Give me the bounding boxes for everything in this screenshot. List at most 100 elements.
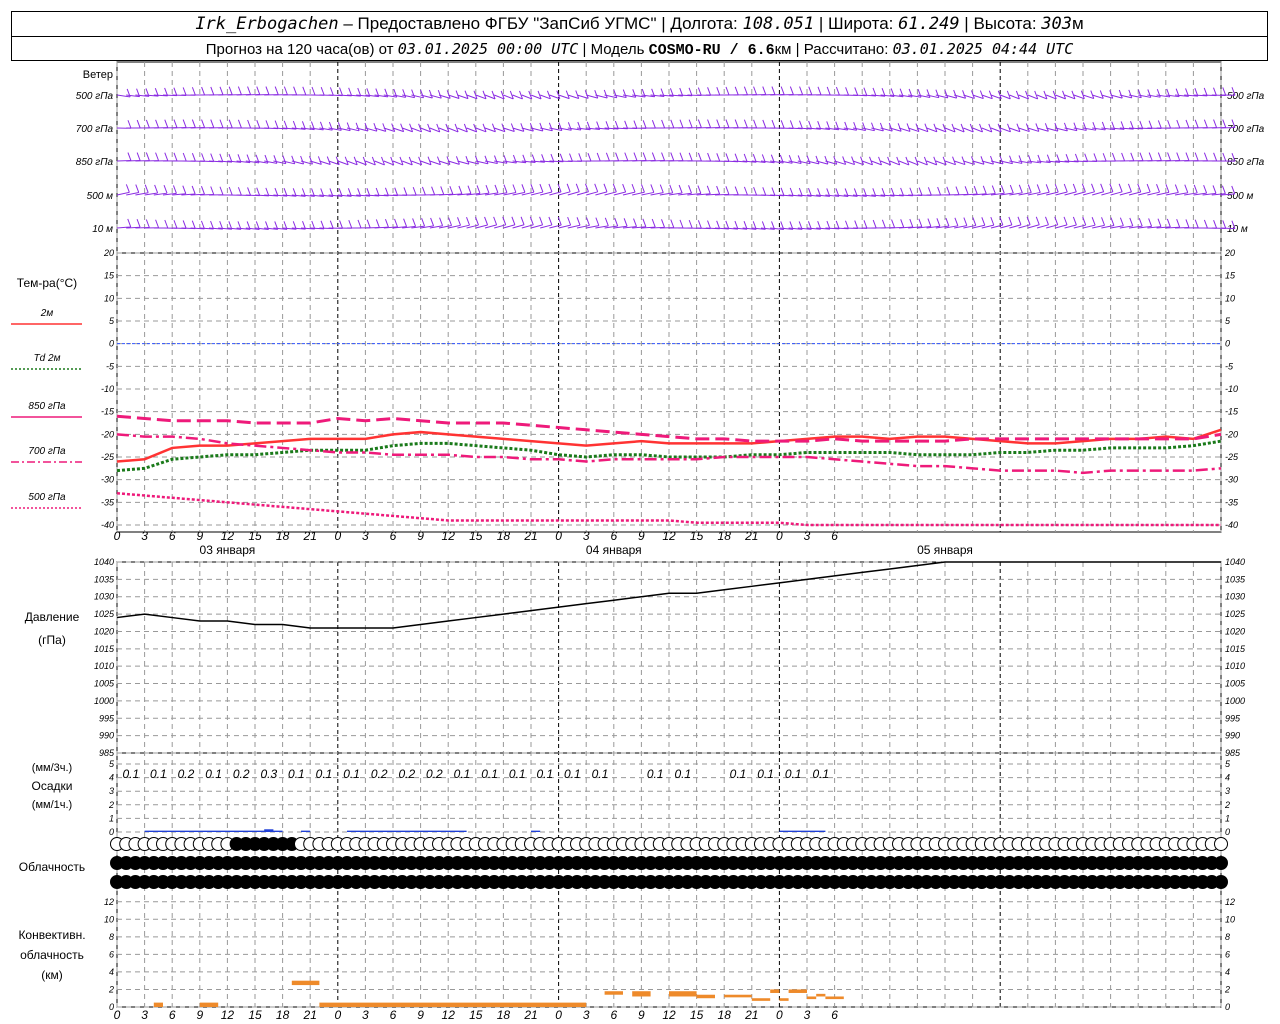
wind-barb-flag (375, 219, 380, 228)
conv-tick-label-right: 10 (1225, 914, 1235, 924)
wind-barb-flag (1167, 120, 1172, 129)
wind-barb-flag (771, 187, 776, 196)
precip-value-label: 0.2 (233, 767, 250, 781)
wind-barb-flag (256, 120, 261, 129)
bottom-time-tick-label: 12 (662, 1008, 676, 1022)
wind-barb-flag (430, 217, 435, 227)
precip-title: Осадки (32, 779, 73, 793)
pres-tick-label-left: 985 (99, 748, 115, 758)
wind-barb-flag (135, 184, 140, 193)
wind-barb-flag (1147, 89, 1152, 98)
temp-tick-label-right: 0 (1225, 339, 1230, 349)
wind-barb-flag (659, 184, 664, 193)
wind-barb-flag (173, 220, 178, 229)
wind-barb-flag (458, 185, 463, 195)
wind-barb-flag (1073, 122, 1078, 131)
wind-barb-flag (780, 187, 785, 196)
wind-barb-flag (1193, 184, 1198, 194)
bottom-time-tick-label: 0 (334, 1008, 341, 1022)
wind-barb-flag (172, 185, 177, 194)
wind-barb-flag (743, 86, 748, 95)
wind-barb-flag (125, 184, 130, 193)
wind-barb-flag (366, 219, 371, 228)
temp-legend-label: 500 гПа (28, 492, 66, 503)
wind-barb-flag (871, 122, 875, 131)
conv-cloud-bar (291, 980, 320, 986)
temp-tick-label-right: -30 (1225, 475, 1238, 485)
wind-barb-flag (1146, 183, 1151, 193)
temp-tick-label-right: -10 (1225, 384, 1238, 394)
wind-level-label-left: 500 м (87, 191, 113, 202)
wind-barb-flag (1212, 185, 1217, 194)
wind-barb-flag (136, 119, 141, 129)
temp-tick-label-right: 5 (1225, 316, 1231, 326)
wind-barb-flag (494, 155, 498, 164)
wind-barb-flag (503, 184, 508, 193)
wind-barb-flag (449, 185, 454, 195)
precip-value-label: 0.1 (509, 767, 526, 781)
wind-barb-flag (891, 219, 896, 228)
conv-tick-label-right: 8 (1225, 932, 1230, 942)
precip-value-label: 0.2 (178, 767, 195, 781)
wind-level-label-right: 500 м (1227, 191, 1253, 202)
time-tick-label: 0 (334, 529, 341, 543)
precip-tick-label-right: 1 (1225, 813, 1230, 823)
wind-barb-flag (799, 86, 804, 95)
wind-barb-flag (173, 87, 178, 96)
bottom-time-tick-label: 6 (390, 1008, 397, 1022)
wind-barb-flag (237, 119, 242, 129)
wind-barb-flag (127, 152, 132, 161)
wind-barb-flag (990, 155, 994, 165)
time-tick-label: 21 (523, 529, 537, 543)
wind-barb-flag (164, 152, 169, 161)
precip-value-label: 0.1 (785, 767, 802, 781)
conv-title-2: облачность (20, 948, 84, 962)
wind-barb-flag (651, 152, 656, 161)
wind-barb-flag (835, 86, 840, 96)
pres-tick-label-left: 1030 (94, 592, 114, 602)
wind-barb-flag (661, 152, 666, 161)
temp-tick-label-left: 0 (109, 339, 114, 349)
precip-bar (779, 830, 826, 832)
wind-barb-flag (191, 87, 196, 96)
precip-unit-top: (мм/3ч.) (32, 762, 72, 774)
wind-barb-flag (428, 89, 433, 99)
wind-barb-flag (697, 119, 702, 128)
wind-barb-flag (1127, 183, 1132, 193)
wind-barb-flag (1100, 183, 1105, 192)
wind-barb-flag (1036, 184, 1041, 193)
wind-barb-flag (1203, 219, 1208, 229)
wind-barb-flag (576, 217, 581, 226)
wind-barb-flag (201, 86, 206, 96)
wind-barb-flag (1137, 89, 1142, 98)
wind-barb-flag (716, 119, 721, 128)
temp-series-line (116, 414, 1222, 443)
wind-barb-flag (247, 86, 252, 95)
conv-tick-label-right: 2 (1224, 984, 1230, 994)
temp-legend-label: 700 гПа (28, 446, 66, 457)
wind-barb-flag (753, 119, 758, 128)
temp-title: Тем-ра(°C) (17, 276, 77, 290)
wind-barb-flag (569, 153, 573, 162)
wind-barb-flag (972, 217, 977, 226)
wind-barb-flag (1148, 120, 1153, 129)
wind-barb-flag (191, 220, 196, 229)
wind-barb-flag (163, 185, 168, 194)
wind-barb-flag (1119, 217, 1124, 226)
pres-tick-label-left: 990 (99, 731, 114, 741)
wind-barb-flag (991, 185, 996, 194)
wind-barb-flag (348, 87, 353, 97)
bottom-time-tick-label: 0 (776, 1008, 783, 1022)
wind-barb-flag (826, 86, 831, 96)
wind-barb-flag (484, 216, 489, 226)
wind-barb-flag (329, 220, 334, 229)
wind-barb-flag (1185, 219, 1190, 228)
conv-tick-label-left: 8 (109, 932, 114, 942)
time-tick-label: 12 (442, 529, 456, 543)
wind-barb-flag (265, 120, 270, 129)
time-tick-label: 12 (221, 529, 235, 543)
wind-barb-flag (990, 216, 995, 226)
time-tick-label: 9 (196, 529, 203, 543)
wind-barb-flag (502, 216, 507, 225)
wind-barb-flag (256, 187, 261, 196)
